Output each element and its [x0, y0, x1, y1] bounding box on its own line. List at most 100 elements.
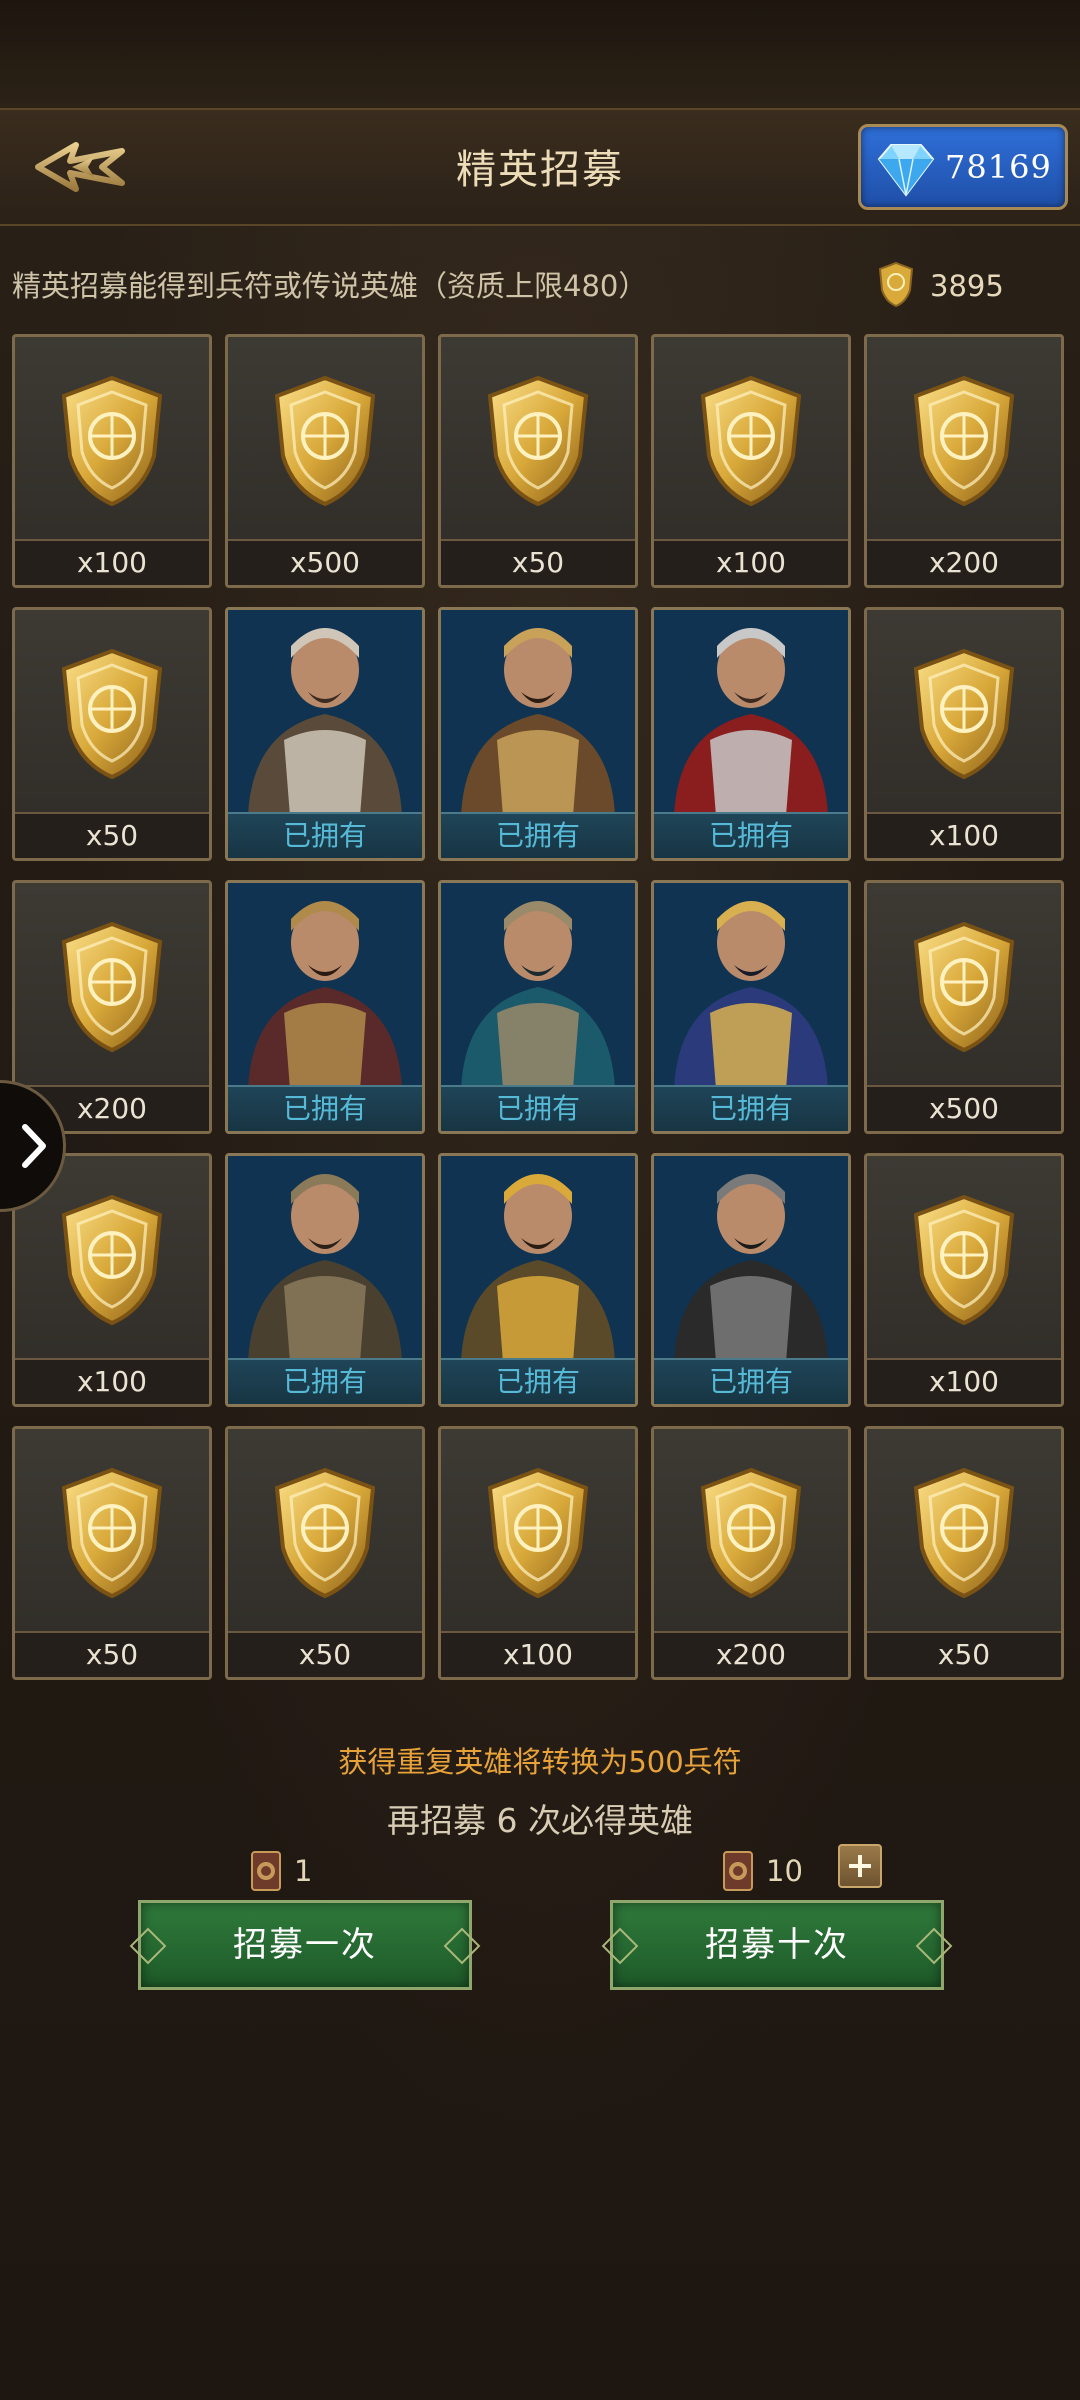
recruit-ten-button[interactable]: 招募十次 — [601, 1900, 953, 1990]
plus-icon — [849, 1855, 871, 1877]
reward-art — [867, 610, 1061, 816]
shield-token-icon — [700, 375, 802, 507]
diamond-icon — [877, 144, 935, 197]
top-band — [0, 0, 1080, 108]
recruit-screen: 精英招募 78169 精英招募能得到兵符或传说英雄（资质上限480） 3895 … — [0, 0, 1080, 2400]
hero-reward-cell[interactable]: 已拥有 — [651, 1153, 851, 1407]
shield-token-icon — [61, 1467, 163, 1599]
quantity-label: x100 — [867, 812, 1061, 858]
owned-label: 已拥有 — [441, 812, 635, 858]
reward-art — [441, 1429, 635, 1635]
token-reward-cell[interactable]: x100 — [12, 334, 212, 588]
reward-art — [654, 610, 848, 816]
hero-portrait-icon — [441, 883, 635, 1089]
quantity-label: x100 — [15, 1358, 209, 1404]
owned-label: 已拥有 — [654, 812, 848, 858]
shield-token-icon — [913, 1194, 1015, 1326]
recruit-once-button[interactable]: 招募一次 — [129, 1900, 481, 1990]
token-reward-cell[interactable]: x100 — [651, 334, 851, 588]
token-reward-cell[interactable]: x200 — [651, 1426, 851, 1680]
hero-portrait-icon — [654, 610, 848, 816]
token-reward-cell[interactable]: x100 — [864, 607, 1064, 861]
hero-portrait-icon — [228, 610, 422, 816]
shield-token-icon — [487, 1467, 589, 1599]
hero-portrait-icon — [654, 1156, 848, 1362]
reward-art — [654, 1156, 848, 1362]
button-ornament — [915, 1927, 953, 1965]
single-cost: 1 — [246, 1846, 312, 1896]
reward-art — [15, 1429, 209, 1635]
hero-portrait-icon — [441, 610, 635, 816]
token-reward-cell[interactable]: x500 — [864, 880, 1064, 1134]
reward-art — [15, 883, 209, 1089]
back-arrow-icon — [35, 142, 125, 192]
quantity-label: x200 — [654, 1631, 848, 1677]
reward-art — [867, 1156, 1061, 1362]
quantity-label: x100 — [15, 539, 209, 585]
hero-reward-cell[interactable]: 已拥有 — [651, 880, 851, 1134]
token-count: 3895 — [930, 269, 1004, 303]
reward-art — [15, 610, 209, 816]
back-button[interactable] — [30, 134, 130, 200]
reward-art — [441, 337, 635, 543]
hero-reward-cell[interactable]: 已拥有 — [225, 880, 425, 1134]
reward-grid: x100 x500 x50 x100 x200 x50 已拥有 已拥有 已拥有 x100 x200 已… — [12, 334, 1068, 1684]
reward-art — [441, 1156, 635, 1362]
hero-reward-cell[interactable]: 已拥有 — [438, 607, 638, 861]
owned-label: 已拥有 — [441, 1358, 635, 1404]
reward-art — [654, 337, 848, 543]
token-reward-cell[interactable]: x50 — [225, 1426, 425, 1680]
ten-cost: 10 — [718, 1846, 803, 1896]
button-ornament — [443, 1927, 481, 1965]
owned-label: 已拥有 — [228, 812, 422, 858]
chevron-right-icon — [22, 1124, 46, 1168]
token-reward-cell[interactable]: x100 — [438, 1426, 638, 1680]
token-reward-cell[interactable]: x100 — [864, 1153, 1064, 1407]
subheader: 精英招募能得到兵符或传说英雄（资质上限480） 3895 — [0, 250, 1080, 320]
hero-portrait-icon — [654, 883, 848, 1089]
button-ornament — [601, 1927, 639, 1965]
owned-label: 已拥有 — [228, 1085, 422, 1131]
token-reward-cell[interactable]: x500 — [225, 334, 425, 588]
reward-art — [228, 883, 422, 1089]
shield-token-icon — [274, 375, 376, 507]
hero-reward-cell[interactable]: 已拥有 — [438, 1153, 638, 1407]
reward-art — [228, 1156, 422, 1362]
ten-cost-value: 10 — [766, 1854, 803, 1888]
quantity-label: x200 — [867, 539, 1061, 585]
owned-label: 已拥有 — [441, 1085, 635, 1131]
token-reward-cell[interactable]: x50 — [864, 1426, 1064, 1680]
reward-art — [867, 337, 1061, 543]
shield-token-icon — [274, 1467, 376, 1599]
hero-reward-cell[interactable]: 已拥有 — [225, 607, 425, 861]
quantity-label: x100 — [654, 539, 848, 585]
shield-token-icon — [61, 1194, 163, 1326]
hero-reward-cell[interactable]: 已拥有 — [438, 880, 638, 1134]
quantity-label: x50 — [441, 539, 635, 585]
hero-reward-cell[interactable]: 已拥有 — [651, 607, 851, 861]
quantity-label: x100 — [867, 1358, 1061, 1404]
quantity-label: x50 — [15, 812, 209, 858]
token-reward-cell[interactable]: x50 — [12, 607, 212, 861]
recruit-ten-label: 招募十次 — [705, 1925, 849, 1965]
recruit-once-label: 招募一次 — [233, 1925, 377, 1965]
shield-token-icon — [487, 375, 589, 507]
add-scroll-button[interactable] — [838, 1844, 882, 1888]
recruit-description: 精英招募能得到兵符或传说英雄（资质上限480） — [12, 269, 648, 303]
reward-art — [441, 610, 635, 816]
reward-art — [228, 1429, 422, 1635]
shield-token-icon — [61, 648, 163, 780]
gem-count: 78169 — [945, 148, 1052, 186]
token-reward-cell[interactable]: x50 — [438, 334, 638, 588]
shield-token-icon — [913, 375, 1015, 507]
pity-counter: 再招募 6 次必得英雄 — [387, 1801, 693, 1840]
reward-art — [654, 883, 848, 1089]
token-reward-cell[interactable]: x200 — [864, 334, 1064, 588]
hero-portrait-icon — [228, 1156, 422, 1362]
hero-reward-cell[interactable]: 已拥有 — [225, 1153, 425, 1407]
owned-label: 已拥有 — [228, 1358, 422, 1404]
shield-token-icon — [61, 921, 163, 1053]
token-reward-cell[interactable]: x50 — [12, 1426, 212, 1680]
page-title: 精英招募 — [456, 147, 624, 193]
gem-balance[interactable]: 78169 — [858, 124, 1068, 210]
